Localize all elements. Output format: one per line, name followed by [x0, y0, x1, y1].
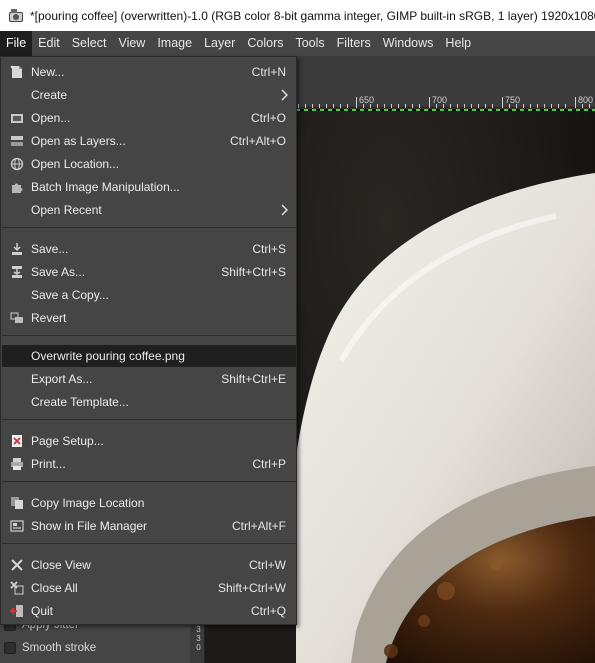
smooth-stroke-option[interactable]: Smooth stroke	[4, 642, 96, 654]
vertical-ruler[interactable]: 3 3 0	[193, 625, 205, 663]
menu-windows[interactable]: Windows	[377, 31, 440, 56]
menu-item-overwrite[interactable]: Overwrite pouring coffee.png	[2, 345, 296, 367]
menu-item-open-location[interactable]: Open Location...	[2, 153, 296, 175]
menu-view[interactable]: View	[112, 31, 151, 56]
menu-item-show-file-manager[interactable]: Show in File Manager Ctrl+Alt+F	[2, 515, 296, 537]
menu-item-create-template[interactable]: Create Template...	[2, 391, 296, 413]
canvas-dark-region	[205, 625, 296, 663]
tool-options-panel: Apply Jitter Smooth stroke	[0, 619, 190, 663]
menu-filters[interactable]: Filters	[331, 31, 377, 56]
menu-item-close-all[interactable]: Close All Shift+Ctrl+W	[2, 577, 296, 599]
menu-item-print[interactable]: Print... Ctrl+P	[2, 453, 296, 475]
menu-item-new[interactable]: New... Ctrl+N	[2, 61, 296, 83]
open-icon	[11, 114, 23, 123]
menu-select[interactable]: Select	[66, 31, 113, 56]
menu-item-batch[interactable]: Batch Image Manipulation...	[2, 176, 296, 198]
menu-item-save-copy[interactable]: Save a Copy...	[2, 284, 296, 306]
menu-item-page-setup[interactable]: Page Setup...	[2, 430, 296, 452]
globe-icon	[10, 157, 24, 171]
horizontal-ruler[interactable]: 650 700 750 800	[296, 95, 595, 108]
image-canvas[interactable]	[296, 111, 595, 663]
menu-separator	[2, 227, 296, 228]
quit-icon	[10, 605, 23, 617]
menu-separator	[2, 543, 296, 544]
menu-edit[interactable]: Edit	[32, 31, 66, 56]
smooth-stroke-label: Smooth stroke	[22, 642, 97, 654]
menu-help[interactable]: Help	[439, 31, 477, 56]
close-all-icon	[10, 581, 24, 595]
file-manager-icon	[10, 520, 24, 532]
save-as-icon	[12, 266, 22, 278]
vruler-label: 0	[196, 643, 201, 652]
title-bar: *[pouring coffee] (overwritten)-1.0 (RGB…	[0, 0, 595, 31]
copy-icon	[11, 497, 23, 509]
menu-separator	[2, 335, 296, 336]
chevron-right-icon	[281, 204, 288, 216]
chevron-right-icon	[281, 89, 288, 101]
gimp-app-icon[interactable]	[8, 8, 24, 24]
puzzle-icon	[12, 183, 23, 193]
ruler-label: 750	[505, 95, 521, 105]
print-icon	[11, 458, 23, 470]
menu-item-create[interactable]: Create	[2, 84, 296, 106]
window-title: *[pouring coffee] (overwritten)-1.0 (RGB…	[30, 8, 595, 23]
menu-item-copy-location[interactable]: Copy Image Location	[2, 492, 296, 514]
file-menu-dropdown: New... Ctrl+N Create Open... Ctrl+O Open…	[0, 56, 297, 625]
menu-image[interactable]: Image	[151, 31, 198, 56]
ruler-label: 650	[359, 95, 375, 105]
menu-separator	[2, 481, 296, 482]
menu-item-close-view[interactable]: Close View Ctrl+W	[2, 554, 296, 576]
menu-file[interactable]: File	[0, 31, 33, 56]
new-document-icon	[10, 65, 22, 78]
menu-item-save-as[interactable]: Save As... Shift+Ctrl+S	[2, 261, 296, 283]
vruler-label: 3	[196, 634, 201, 643]
menu-item-open-recent[interactable]: Open Recent	[2, 199, 296, 221]
menu-separator	[2, 419, 296, 420]
ruler-label: 800	[578, 95, 594, 105]
menu-item-quit[interactable]: Quit Ctrl+Q	[2, 600, 296, 622]
menu-item-open[interactable]: Open... Ctrl+O	[2, 107, 296, 129]
menu-item-save[interactable]: Save... Ctrl+S	[2, 238, 296, 260]
menu-item-open-as-layers[interactable]: Open as Layers... Ctrl+Alt+O	[2, 130, 296, 152]
ruler-label: 700	[432, 95, 448, 105]
vruler-label: 3	[196, 625, 201, 634]
save-icon	[12, 243, 22, 255]
coffee-cup-image	[296, 111, 595, 663]
smooth-stroke-checkbox[interactable]	[4, 642, 16, 654]
menu-layer[interactable]: Layer	[198, 31, 241, 56]
menu-bar: File Edit Select View Image Layer Colors…	[0, 31, 595, 56]
menu-item-export-as[interactable]: Export As... Shift+Ctrl+E	[2, 368, 296, 390]
close-icon	[11, 559, 23, 571]
menu-item-revert[interactable]: Revert	[2, 307, 296, 329]
menu-tools[interactable]: Tools	[289, 31, 330, 56]
page-setup-icon	[12, 435, 22, 447]
menu-colors[interactable]: Colors	[241, 31, 289, 56]
revert-icon	[10, 312, 23, 323]
open-layers-icon	[11, 136, 23, 146]
